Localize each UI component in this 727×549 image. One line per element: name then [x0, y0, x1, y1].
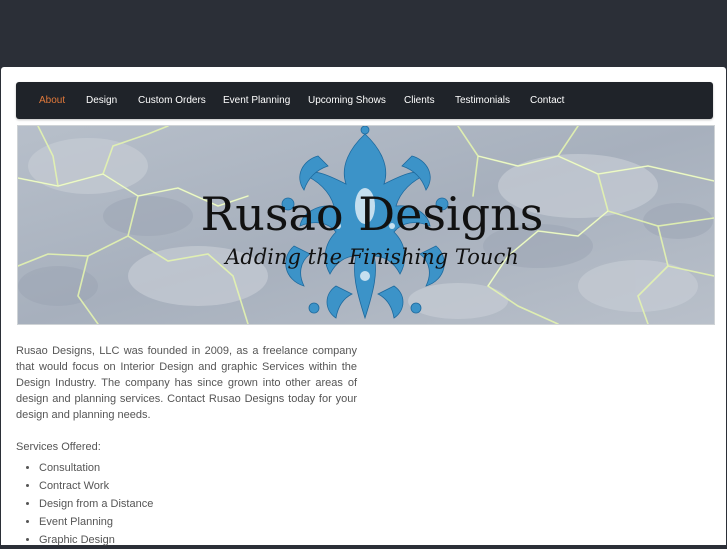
list-item: Graphic Design [39, 531, 357, 549]
main-content: Rusao Designs, LLC was founded in 2009, … [16, 343, 357, 549]
banner-image: Rusao Designs Adding the Finishing Touch [18, 126, 714, 324]
list-item: Consultation [39, 459, 357, 477]
intro-paragraph: Rusao Designs, LLC was founded in 2009, … [16, 345, 357, 421]
nav-item-about[interactable]: About [39, 82, 65, 119]
nav-item-event-planning[interactable]: Event Planning [223, 82, 290, 119]
services-heading: Services Offered: [16, 441, 101, 453]
main-nav: About Design Custom Orders Event Plannin… [16, 82, 713, 119]
banner-tagline: Adding the Finishing Touch [223, 245, 519, 269]
nav-item-clients[interactable]: Clients [404, 82, 435, 119]
header-banner: Rusao Designs Adding the Finishing Touch [17, 125, 715, 325]
banner-title: Rusao Designs [201, 187, 544, 241]
nav-item-testimonials[interactable]: Testimonials [455, 82, 510, 119]
nav-item-design[interactable]: Design [86, 82, 117, 119]
nav-item-contact[interactable]: Contact [530, 82, 564, 119]
list-item: Contract Work [39, 477, 357, 495]
top-dark-bar [0, 0, 727, 67]
page-container: About Design Custom Orders Event Plannin… [1, 67, 726, 546]
list-item: Event Planning [39, 513, 357, 531]
list-item: Design from a Distance [39, 495, 357, 513]
nav-item-upcoming-shows[interactable]: Upcoming Shows [308, 82, 386, 119]
services-list: Consultation Contract Work Design from a… [16, 459, 357, 549]
nav-item-custom-orders[interactable]: Custom Orders [138, 82, 206, 119]
